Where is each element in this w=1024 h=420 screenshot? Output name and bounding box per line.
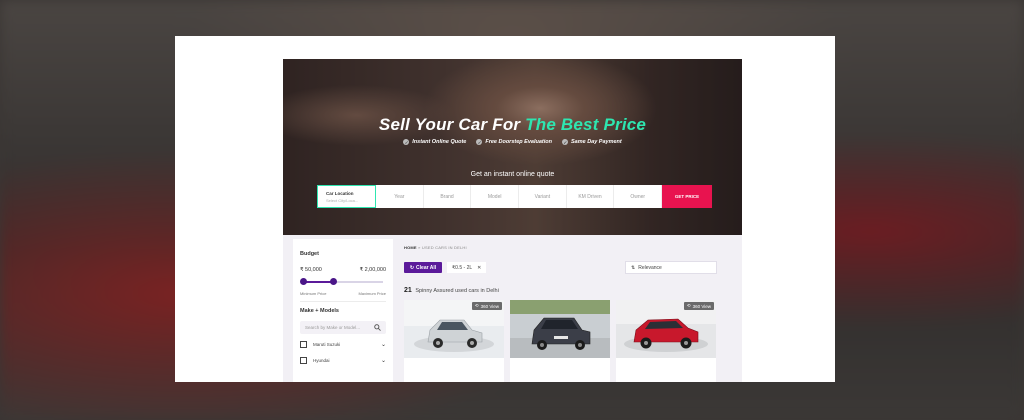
car-card[interactable]: [510, 300, 610, 382]
checkbox[interactable]: [300, 357, 307, 364]
breadcrumb-home[interactable]: HOME: [404, 245, 417, 250]
hero-title: Sell Your Car For The Best Price: [283, 115, 742, 135]
sort-label: Relevance: [638, 264, 662, 271]
sort-icon: ⇅: [631, 264, 636, 271]
chevron-down-icon[interactable]: ⌄: [381, 357, 386, 364]
clear-all-label: Clear All: [416, 264, 437, 271]
usp-label: Free Doorstep Evaluation: [485, 139, 552, 145]
hero-title-accent: The Best Price: [525, 115, 647, 134]
close-icon[interactable]: ✕: [477, 265, 481, 271]
view-360-label: 360 View: [480, 303, 499, 309]
make-model-search-input[interactable]: Search by Make or Model...: [300, 321, 386, 334]
results-count-text: Spinny Assured used cars in Delhi: [415, 288, 499, 294]
usp-label: Same Day Payment: [570, 139, 622, 145]
car-location-label: Car Location: [326, 190, 354, 196]
hero-banner: [283, 59, 742, 235]
refresh-icon: ↻: [409, 264, 415, 271]
make-item-maruti-suzuki[interactable]: Maruti Suzuki ⌄: [300, 341, 386, 348]
usp-item: ✓ Same Day Payment: [561, 139, 622, 145]
brand-field[interactable]: Brand: [424, 185, 472, 208]
model-field[interactable]: Model: [471, 185, 520, 208]
car-location-field[interactable]: Car Location Select City/Loca...: [317, 185, 376, 208]
rotate-icon: ⟲: [474, 303, 479, 308]
make-item-hyundai[interactable]: Hyundai ⌄: [300, 357, 386, 364]
results-count-number: 21: [404, 287, 412, 294]
results-count: 21 Spinny Assured used cars in Delhi: [404, 287, 499, 294]
year-field[interactable]: Year: [376, 185, 424, 208]
car-location-placeholder: Select City/Loca...: [326, 197, 359, 203]
usp-item: ✓ Instant Online Quote: [403, 139, 466, 145]
breadcrumb-separator: »: [418, 245, 421, 250]
make-label: Maruti Suzuki: [313, 342, 341, 347]
check-icon: ✓: [476, 139, 483, 145]
check-icon: ✓: [561, 139, 568, 145]
quote-label: Get an instant online quote: [470, 171, 555, 178]
make-label: Hyundai: [313, 358, 330, 363]
usp-label: Instant Online Quote: [412, 139, 467, 145]
search-placeholder: Search by Make or Model...: [305, 325, 361, 330]
screenshot-frame: Sell Your Car For The Best Price ✓ Insta…: [175, 36, 835, 382]
quote-form: Car Location Select City/Loca... Year Br…: [317, 185, 713, 208]
breadcrumb-current: USED CARS IN DELHI: [421, 245, 467, 250]
search-icon: [374, 324, 381, 331]
variant-field[interactable]: Variant: [519, 185, 567, 208]
filter-sidebar: Budget ₹ 50,000 ₹ 2,00,000 Minimum Price…: [293, 239, 393, 382]
filter-chip-budget: ₹0.5 - 2L ✕: [447, 262, 487, 273]
make-models-title: Make + Models: [300, 308, 339, 314]
view-360-badge[interactable]: ⟲ 360 View: [683, 302, 714, 310]
rotate-icon: ⟲: [686, 303, 691, 308]
hero-title-plain: Sell Your Car For: [378, 115, 526, 134]
checkbox[interactable]: [300, 341, 307, 348]
breadcrumb: HOME » USED CARS IN DELHI: [404, 245, 467, 250]
filter-chip-label: ₹0.5 - 2L: [452, 264, 473, 271]
price-max-value[interactable]: ₹ 2,00,000: [360, 267, 386, 273]
car-card[interactable]: ⟲ 360 View: [616, 300, 716, 382]
usp-item: ✓ Free Doorstep Evaluation: [476, 139, 552, 145]
website: Sell Your Car For The Best Price ✓ Insta…: [283, 59, 742, 382]
check-icon: ✓: [403, 139, 410, 145]
view-360-badge[interactable]: ⟲ 360 View: [471, 302, 502, 310]
car-photo-grey-hatchback: [510, 300, 610, 358]
budget-slider-max-handle[interactable]: [330, 278, 337, 285]
sort-select[interactable]: ⇅ Relevance: [625, 261, 717, 274]
usp-list: ✓ Instant Online Quote ✓ Free Doorstep E…: [283, 139, 742, 145]
get-price-button[interactable]: GET PRICE: [662, 185, 713, 208]
clear-all-button[interactable]: ↻ Clear All: [404, 262, 442, 273]
price-min-value[interactable]: ₹ 50,000: [300, 267, 322, 273]
km-driven-field[interactable]: KM Driven: [567, 185, 615, 208]
divider: [300, 301, 386, 302]
view-360-label: 360 View: [692, 303, 711, 309]
chevron-down-icon[interactable]: ⌄: [381, 341, 386, 348]
maximum-price-label: Maximum Price: [358, 291, 386, 296]
car-card[interactable]: ⟲ 360 View: [404, 300, 504, 382]
minimum-price-label: Minimum Price: [300, 291, 327, 296]
budget-slider-min-handle[interactable]: [300, 278, 307, 285]
budget-title: Budget: [300, 251, 319, 257]
owner-field[interactable]: Owner: [614, 185, 663, 208]
